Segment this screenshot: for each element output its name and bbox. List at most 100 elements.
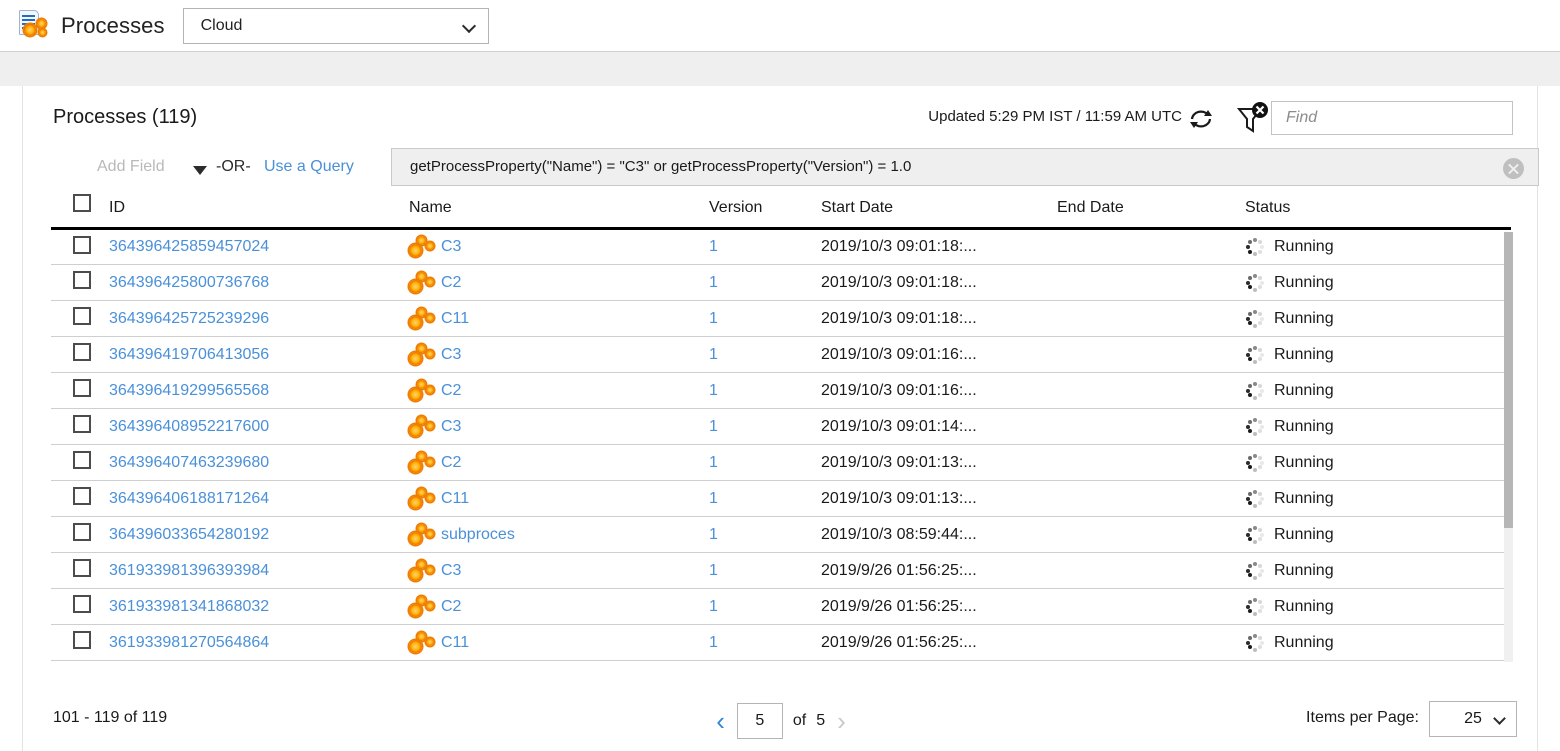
table-row[interactable]: 364396425859457024 C3 1 2019/10/3 09:01:18:… <box>51 228 1511 265</box>
table-row[interactable]: 364396408952217600 C3 1 2019/10/3 09:01:14:… <box>51 408 1511 445</box>
process-id-link[interactable]: 361933981270564864 <box>109 634 269 651</box>
process-version-link[interactable]: 1 <box>709 238 718 255</box>
process-id-link[interactable]: 361933981396393984 <box>109 562 269 579</box>
process-version-link[interactable]: 1 <box>709 454 718 471</box>
row-checkbox-cell <box>51 552 109 589</box>
row-checkbox[interactable] <box>73 559 91 577</box>
process-name-link[interactable]: subproces <box>441 526 515 544</box>
process-name-link[interactable]: C2 <box>441 382 461 400</box>
process-version-link[interactable]: 1 <box>709 418 718 435</box>
find-input[interactable]: Find <box>1271 101 1513 135</box>
process-id-link[interactable]: 361933981341868032 <box>109 598 269 615</box>
row-checkbox[interactable] <box>73 523 91 541</box>
process-version-link[interactable]: 1 <box>709 634 718 651</box>
page-title: Processes (119) <box>53 106 198 128</box>
cell-end-date <box>1057 228 1245 265</box>
row-checkbox[interactable] <box>73 307 91 325</box>
process-name-link[interactable]: C3 <box>441 346 461 364</box>
process-name-link[interactable]: C2 <box>441 454 461 472</box>
row-checkbox[interactable] <box>73 487 91 505</box>
process-name-link[interactable]: C11 <box>441 310 469 328</box>
select-all-header <box>51 194 109 230</box>
page-number-input[interactable]: 5 <box>736 703 783 739</box>
process-name-link[interactable]: C3 <box>441 238 461 256</box>
status-label: Running <box>1274 273 1334 291</box>
process-name-link[interactable]: C11 <box>441 490 469 508</box>
process-id-link[interactable]: 364396419299565568 <box>109 382 269 399</box>
select-all-checkbox[interactable] <box>73 194 91 212</box>
row-checkbox[interactable] <box>73 451 91 469</box>
process-gears-icon <box>409 271 435 294</box>
process-id-link[interactable]: 364396419706413056 <box>109 346 269 363</box>
row-checkbox[interactable] <box>73 235 91 254</box>
column-header-version[interactable]: Version <box>709 194 821 230</box>
row-checkbox[interactable] <box>73 595 91 613</box>
refresh-icon[interactable] <box>1187 106 1215 132</box>
cell-end-date <box>1057 264 1245 301</box>
status-label: Running <box>1274 561 1334 579</box>
environment-select[interactable]: Cloud <box>182 7 489 44</box>
process-name-link[interactable]: C2 <box>441 598 461 616</box>
table-row[interactable]: 364396406188171264 C11 1 2019/10/3 09:01:13… <box>51 480 1511 517</box>
process-id-link[interactable]: 364396425725239296 <box>109 310 269 327</box>
table-row[interactable]: 364396419706413056 C3 1 2019/10/3 09:01:16:… <box>51 336 1511 373</box>
row-checkbox[interactable] <box>73 379 91 397</box>
column-header-id[interactable]: ID <box>109 194 409 230</box>
table-row[interactable]: 364396033654280192 subproces 1 2019/10/3 08… <box>51 516 1511 553</box>
running-spinner-icon <box>1245 597 1265 617</box>
process-version-link[interactable]: 1 <box>709 310 718 327</box>
use-a-query-link[interactable]: Use a Query <box>264 158 354 176</box>
table-row[interactable]: 364396407463239680 C2 1 2019/10/3 09:01:13:… <box>51 444 1511 481</box>
table-vertical-scrollbar[interactable] <box>1504 232 1513 662</box>
process-version-link[interactable]: 1 <box>709 598 718 615</box>
process-id-link[interactable]: 364396425800736768 <box>109 274 269 291</box>
add-field-button[interactable]: Add Field <box>97 158 165 176</box>
column-header-status[interactable]: Status <box>1245 194 1511 230</box>
table-row[interactable]: 361933981270564864 C11 1 2019/9/26 01:56:25… <box>51 624 1511 661</box>
row-checkbox-cell <box>51 228 109 265</box>
process-name-link[interactable]: C11 <box>441 634 469 652</box>
process-id-link[interactable]: 364396033654280192 <box>109 526 269 543</box>
process-version-link[interactable]: 1 <box>709 490 718 507</box>
cell-status: Running <box>1245 444 1511 481</box>
process-name-link[interactable]: C2 <box>441 274 461 292</box>
row-checkbox[interactable] <box>73 271 91 289</box>
chevron-down-icon[interactable] <box>193 166 207 175</box>
table-row[interactable]: 361933981341868032 C2 1 2019/9/26 01:56:25:… <box>51 588 1511 625</box>
process-version-link[interactable]: 1 <box>709 562 718 579</box>
table-row[interactable]: 361933981396393984 C3 1 2019/9/26 01:56:25:… <box>51 552 1511 589</box>
process-name-link[interactable]: C3 <box>441 418 461 436</box>
process-version-link[interactable]: 1 <box>709 382 718 399</box>
table-row[interactable]: 364396425800736768 C2 1 2019/10/3 09:01:18:… <box>51 264 1511 301</box>
column-header-name[interactable]: Name <box>409 194 709 230</box>
process-id-link[interactable]: 364396407463239680 <box>109 454 269 471</box>
top-bar: Processes Cloud <box>0 0 1560 51</box>
items-per-page-select[interactable]: 25 <box>1429 701 1517 737</box>
process-version-link[interactable]: 1 <box>709 274 718 291</box>
cell-end-date <box>1057 444 1245 481</box>
query-input[interactable]: getProcessProperty("Name") = "C3" or get… <box>391 148 1539 186</box>
table-row[interactable]: 364396419299565568 C2 1 2019/10/3 09:01:16:… <box>51 372 1511 409</box>
row-checkbox[interactable] <box>73 415 91 433</box>
process-id-link[interactable]: 364396406188171264 <box>109 490 269 507</box>
chevron-right-icon[interactable]: › <box>825 708 858 734</box>
process-gears-icon <box>409 415 435 438</box>
clear-query-icon[interactable] <box>1503 158 1524 179</box>
process-version-link[interactable]: 1 <box>709 346 718 363</box>
process-id-link[interactable]: 364396425859457024 <box>109 238 269 255</box>
column-header-start-date[interactable]: Start Date <box>821 194 1057 230</box>
process-version-link[interactable]: 1 <box>709 526 718 543</box>
cell-start-date: 2019/10/3 09:01:18:... <box>821 228 1057 265</box>
column-header-end-date[interactable]: End Date <box>1057 194 1245 230</box>
running-spinner-icon <box>1245 417 1265 437</box>
filter-clear-icon[interactable] <box>1235 102 1269 136</box>
cell-status: Running <box>1245 372 1511 409</box>
process-id-link[interactable]: 364396408952217600 <box>109 418 269 435</box>
table-row[interactable]: 364396425725239296 C11 1 2019/10/3 09:01:18… <box>51 300 1511 337</box>
process-name-link[interactable]: C3 <box>441 562 461 580</box>
row-checkbox[interactable] <box>73 343 91 361</box>
running-spinner-icon <box>1245 237 1265 257</box>
row-checkbox[interactable] <box>73 631 91 649</box>
chevron-left-icon[interactable]: ‹ <box>704 708 737 734</box>
scrollbar-thumb[interactable] <box>1504 232 1513 528</box>
